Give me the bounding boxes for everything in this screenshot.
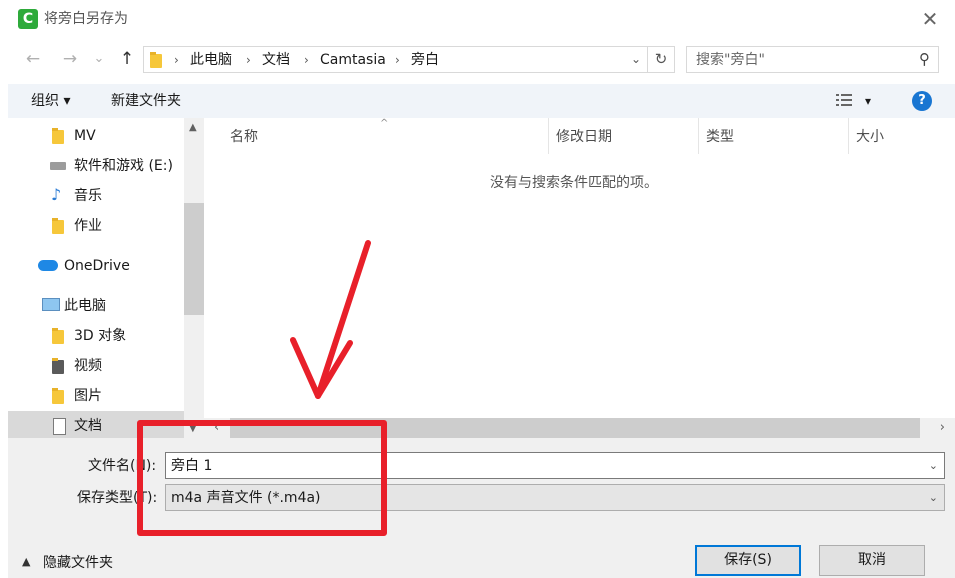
view-dropdown-icon[interactable]: ▾ — [865, 92, 871, 110]
column-name[interactable]: 名称 — [230, 128, 258, 146]
address-bar[interactable]: › 此电脑 › 文档 › Camtasia › 旁白 ⌄ — [143, 46, 648, 73]
sidebar-item-label: 视频 — [74, 358, 102, 374]
new-folder-button[interactable]: 新建文件夹 — [111, 92, 181, 110]
sidebar-item-mv[interactable]: MV — [8, 121, 184, 151]
breadcrumb-voiceover[interactable]: 旁白 — [411, 51, 439, 69]
filetype-label: 保存类型(T): — [77, 490, 158, 506]
drive-icon — [50, 162, 66, 170]
organize-button[interactable]: 组织 ▾ — [31, 92, 70, 110]
sidebar-item-label: MV — [74, 128, 96, 144]
cloud-icon — [38, 260, 58, 271]
breadcrumb-this-pc[interactable]: 此电脑 — [190, 51, 232, 69]
sidebar-item-label: 3D 对象 — [74, 328, 127, 344]
sidebar-item-label: 音乐 — [74, 188, 102, 204]
chevron-down-icon[interactable]: ⌄ — [929, 459, 938, 472]
forward-button[interactable]: → — [57, 46, 83, 72]
save-button[interactable]: 保存(S) — [695, 545, 801, 576]
sidebar-item-videos[interactable]: 视频 — [8, 351, 184, 381]
document-folder-icon — [53, 418, 66, 435]
filename-value: 旁白 1 — [171, 458, 213, 474]
recent-locations-button[interactable]: ⌄ — [89, 46, 109, 72]
sidebar-item-label: 文档 — [74, 418, 102, 434]
sidebar-item-pictures[interactable]: 图片 — [8, 381, 184, 411]
cancel-button[interactable]: 取消 — [819, 545, 925, 576]
scroll-left-icon[interactable]: ‹ — [214, 420, 219, 435]
search-icon: ⚲ — [919, 50, 930, 68]
search-placeholder: 搜索"旁白" — [696, 52, 765, 68]
3d-folder-icon — [52, 328, 64, 344]
column-date-modified[interactable]: 修改日期 — [556, 128, 612, 146]
title-bar: C 将旁白另存为 ✕ — [0, 0, 955, 38]
view-options-icon[interactable] — [836, 93, 852, 107]
scroll-right-icon[interactable]: › — [940, 420, 945, 435]
folder-icon — [52, 218, 64, 234]
sidebar-item-label: 软件和游戏 (E:) — [74, 158, 173, 174]
video-folder-icon — [52, 358, 64, 374]
breadcrumb-documents[interactable]: 文档 — [262, 51, 290, 69]
folder-icon — [52, 128, 64, 144]
filetype-value: m4a 声音文件 (*.m4a) — [171, 490, 321, 506]
computer-icon — [42, 298, 60, 311]
music-folder-icon: ♪ — [51, 185, 62, 204]
chevron-down-icon[interactable]: ⌄ — [631, 52, 641, 66]
close-icon[interactable]: ✕ — [915, 4, 945, 34]
sidebar-item-onedrive[interactable]: OneDrive — [8, 251, 184, 281]
sidebar-item-label: 作业 — [74, 218, 102, 234]
hide-folders-button[interactable]: 隐藏文件夹 — [43, 554, 113, 572]
breadcrumb-camtasia[interactable]: Camtasia — [320, 51, 386, 69]
chevron-up-icon[interactable]: ▲ — [22, 555, 30, 568]
folder-icon — [150, 52, 162, 68]
scroll-up-icon[interactable]: ▲ — [189, 122, 197, 133]
filetype-select[interactable]: m4a 声音文件 (*.m4a) ⌄ — [165, 484, 945, 511]
picture-folder-icon — [52, 388, 64, 404]
annotation-arrow-shaft — [315, 240, 371, 399]
command-toolbar: 组织 ▾ 新建文件夹 ▾ ? — [8, 84, 955, 118]
sidebar-item-label: 图片 — [74, 388, 102, 404]
sidebar-item-drive-e[interactable]: 软件和游戏 (E:) — [8, 151, 184, 181]
camtasia-app-icon: C — [18, 9, 38, 29]
sidebar-item-documents[interactable]: 文档 — [8, 411, 184, 438]
empty-results-message: 没有与搜索条件匹配的项。 — [490, 175, 658, 191]
window-title: 将旁白另存为 — [44, 11, 128, 27]
column-header-row: ^ 名称 修改日期 类型 大小 — [214, 118, 948, 154]
help-icon[interactable]: ? — [912, 91, 932, 111]
chevron-down-icon[interactable]: ⌄ — [929, 491, 938, 504]
sidebar-item-music[interactable]: ♪ 音乐 — [8, 181, 184, 211]
sidebar-item-label: 此电脑 — [64, 298, 106, 314]
sidebar-item-3d-objects[interactable]: 3D 对象 — [8, 321, 184, 351]
refresh-button[interactable]: ↻ — [648, 46, 675, 73]
annotation-arrow-head — [290, 337, 353, 399]
sidebar-item-label: OneDrive — [64, 258, 130, 274]
file-list-scroll-thumb[interactable] — [230, 418, 920, 438]
filename-input[interactable]: 旁白 1 ⌄ — [165, 452, 945, 479]
filename-label: 文件名(N): — [88, 458, 157, 474]
column-size[interactable]: 大小 — [856, 128, 884, 146]
sort-up-icon: ^ — [380, 118, 389, 129]
up-button[interactable]: ↑ — [114, 46, 140, 72]
sidebar-item-this-pc[interactable]: 此电脑 — [8, 291, 184, 321]
column-type[interactable]: 类型 — [706, 128, 734, 146]
navigation-pane: MV 软件和游戏 (E:) ♪ 音乐 作业 OneDrive 此电脑 3D 对象… — [8, 118, 204, 438]
sidebar-item-homework[interactable]: 作业 — [8, 211, 184, 241]
back-button[interactable]: ← — [20, 46, 46, 72]
search-input[interactable]: 搜索"旁白" ⚲ — [686, 46, 939, 73]
scroll-down-icon[interactable]: ▼ — [189, 423, 197, 434]
sidebar-scroll-thumb[interactable] — [184, 203, 204, 315]
